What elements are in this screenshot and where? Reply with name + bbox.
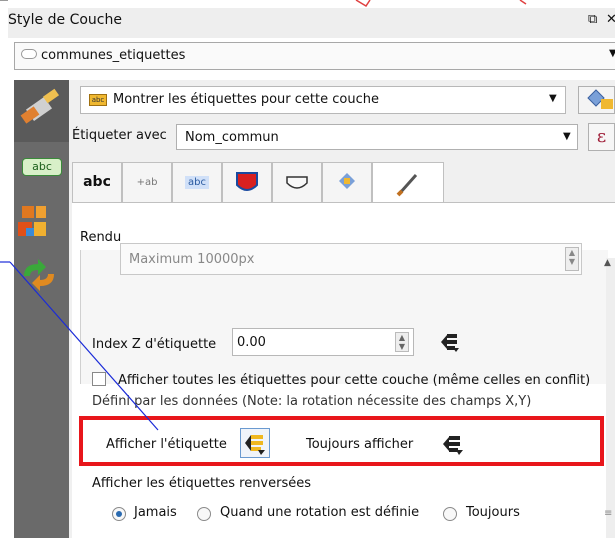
data-defined-button[interactable] [438,330,462,358]
layer-name: communes_etiquettes [41,48,186,63]
sidebar-item-actions[interactable] [14,256,69,296]
close-button[interactable]: ✕ [606,12,615,27]
background-tab-icon [236,172,258,191]
sidebar-item-diagrams[interactable] [14,200,69,246]
style-sidebar: abc [14,80,69,538]
diagram-icon [18,206,46,236]
data-defined-icon [443,436,463,455]
chevron-down-icon: ▼ [563,131,571,142]
tab-placement[interactable] [322,162,372,204]
show-all-label: Afficher toutes les étiquettes pour cett… [118,373,591,388]
reversed-labels-title: Afficher les étiquettes renversées [92,476,312,491]
section-title-rendu: Rendu [80,230,122,245]
label-mode-select[interactable]: abc Montrer les étiquettes pour cette co… [80,86,566,114]
rendering-tab-icon [396,174,418,197]
label-with-caption: Étiqueter avec [72,128,167,143]
data-defined-icon [441,334,459,352]
sidebar-item-labels[interactable]: abc [14,150,69,184]
text-tab-icon: abc [83,174,111,190]
show-label-caption: Afficher l'étiquette [106,437,227,452]
tab-background[interactable] [222,162,272,204]
always-show-caption: Toujours afficher [306,437,414,452]
chevron-down-icon: ▼ [549,93,557,104]
tab-buffer[interactable]: abc [172,162,222,204]
tab-text[interactable]: abc [72,162,122,204]
show-label-data-defined-button[interactable] [240,428,270,458]
scroll-up-icon[interactable]: ▲ [604,258,611,268]
radio-never[interactable] [112,507,126,521]
label-mode-value: Montrer les étiquettes pour cette couche [113,92,379,107]
always-show-data-defined-button[interactable] [440,431,466,461]
window-title: Style de Couche [8,12,122,28]
radio-always[interactable] [443,507,457,521]
layer-select[interactable]: communes_etiquettes ▼ [14,42,615,70]
scroll-grip-icon[interactable]: ≡ [604,508,612,519]
buffer-tab-icon: abc [185,176,209,189]
z-index-label: Index Z d'étiquette [92,337,217,352]
sidebar-item-style[interactable] [14,80,69,142]
max-size-field[interactable]: Maximum 10000px ▲ ▼ [120,243,582,275]
paintbrush-icon [20,88,60,124]
placement-tab-icon [339,173,355,189]
formatting-tab-icon: +ab [136,177,158,188]
data-defined-note: Défini par les données (Note: la rotatio… [92,394,532,409]
shadow-tab-icon [286,176,308,189]
z-index-field[interactable]: 0.00 ▲ ▼ [232,328,414,356]
z-index-value: 0.00 [237,335,266,350]
labels-abc-icon: abc [22,158,62,176]
label-field-value: Nom_commun [185,130,279,145]
polygon-layer-icon [21,49,37,59]
radio-when-rotation-label: Quand une rotation est définie [220,505,420,520]
vertical-scrollbar[interactable] [606,258,615,538]
placement-icon [587,89,613,109]
label-settings-button[interactable] [578,86,615,114]
max-size-value: Maximum 10000px [129,252,255,267]
tab-formatting[interactable]: +ab [122,162,172,204]
radio-never-label: Jamais [134,505,177,520]
actions-arrows-icon [24,259,54,291]
tab-rendering[interactable] [372,162,444,204]
spin-stepper[interactable]: ▲ ▼ [395,332,409,352]
radio-always-label: Toujours [466,505,520,520]
data-defined-icon [245,435,265,455]
label-tab-bar: abc +ab abc [72,162,615,204]
show-all-checkbox[interactable] [92,372,106,386]
top-marks [0,0,527,8]
expression-button[interactable]: ε [588,123,615,151]
radio-when-rotation[interactable] [197,507,211,521]
spin-stepper[interactable]: ▲ ▼ [565,247,579,271]
tab-shadow[interactable] [272,162,322,204]
chevron-down-icon: ▼ [609,48,615,59]
label-field-select[interactable]: Nom_commun ▼ [176,124,578,150]
label-icon: abc [89,94,107,106]
float-dock-button[interactable]: ⧉ [588,12,597,27]
